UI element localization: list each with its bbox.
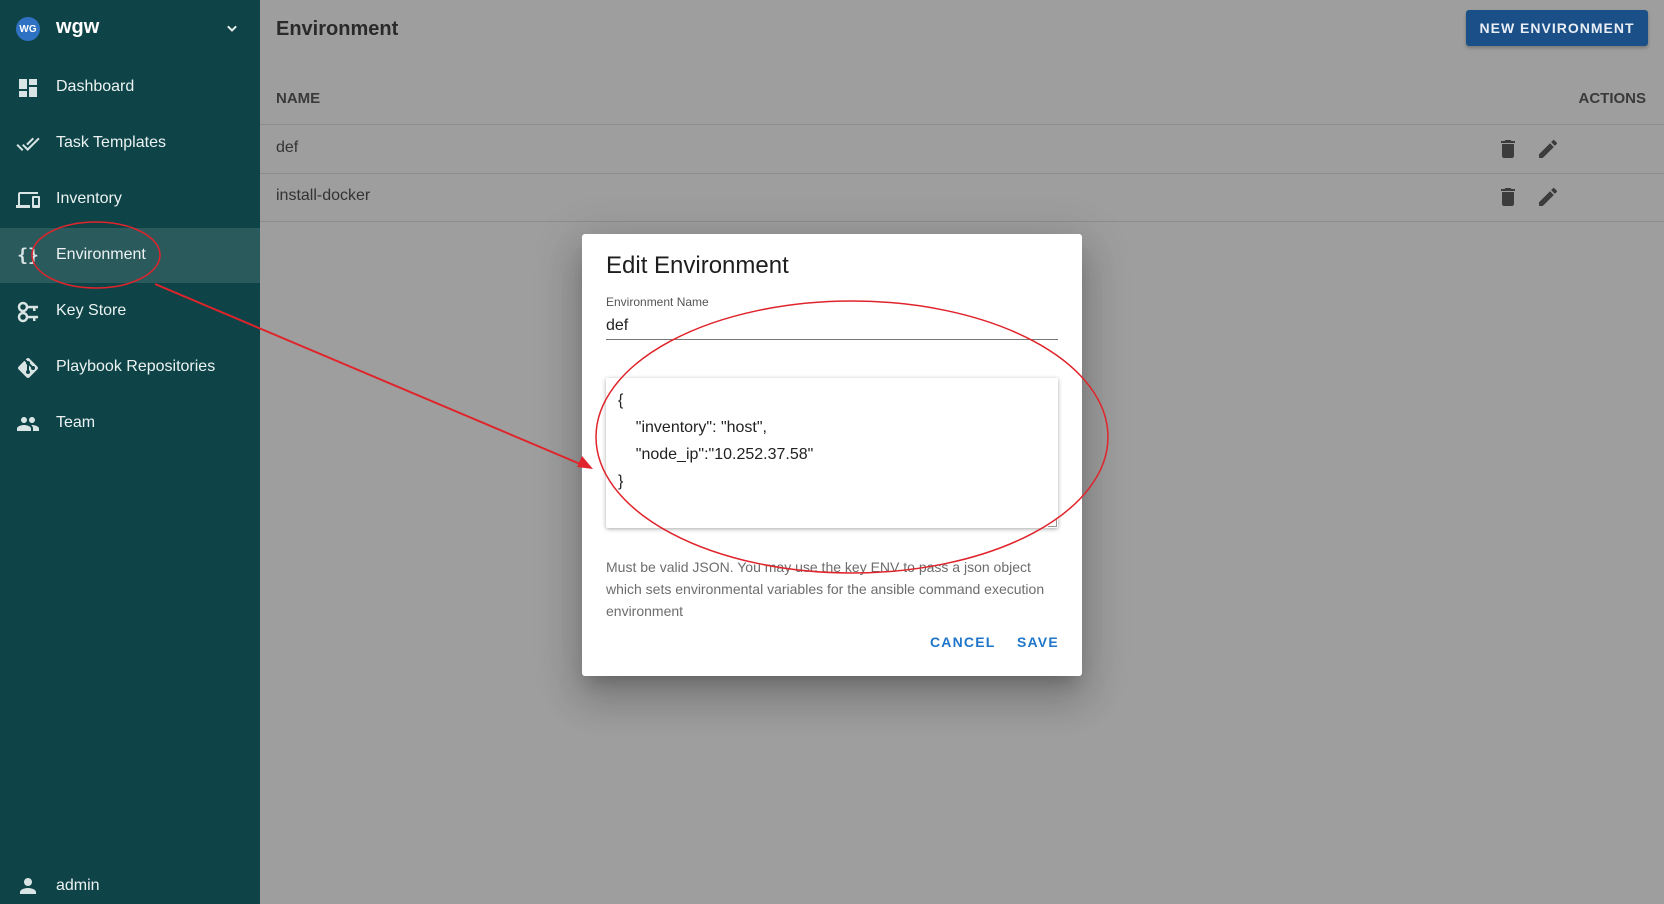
sidebar-item-task-templates[interactable]: Task Templates <box>0 116 260 171</box>
table-header: NAME ACTIONS <box>260 74 1664 125</box>
environment-name-field[interactable] <box>606 313 1058 340</box>
project-avatar: WG <box>16 17 40 41</box>
sidebar-item-inventory[interactable]: Inventory <box>0 172 260 227</box>
environment-name-label: Environment Name <box>606 295 709 309</box>
sidebar-item-label: Dashboard <box>56 78 135 95</box>
chevron-down-icon <box>227 25 237 32</box>
new-environment-button[interactable]: NEW ENVIRONMENT <box>1466 10 1648 46</box>
git-icon <box>18 358 38 378</box>
person-icon <box>20 878 36 894</box>
json-line: "node_ip":"10.252.37.58" <box>618 446 814 463</box>
sidebar-item-label: Task Templates <box>56 134 166 151</box>
user-menu[interactable]: admin <box>0 860 260 904</box>
table-row: def <box>260 125 1664 174</box>
cancel-button[interactable]: CANCEL <box>930 634 996 650</box>
environment-name: install-docker <box>276 187 371 204</box>
resize-handle[interactable] <box>1048 518 1057 527</box>
monitor-icon <box>16 192 40 208</box>
sidebar-item-label: Inventory <box>56 190 122 207</box>
delete-icon[interactable] <box>1496 185 1520 209</box>
double-check-icon <box>16 137 40 151</box>
environment-name: def <box>276 139 299 156</box>
sidebar-item-playbook-repositories[interactable]: Playbook Repositories <box>0 340 260 395</box>
column-header-name[interactable]: NAME <box>276 90 320 107</box>
edit-icon[interactable] <box>1536 185 1560 209</box>
sidebar-item-label: Playbook Repositories <box>56 358 216 375</box>
user-name: admin <box>56 877 100 894</box>
json-line: "inventory": "host", <box>618 419 767 436</box>
dialog-title: Edit Environment <box>606 252 789 279</box>
sidebar-item-environment[interactable]: {} Environment <box>0 228 260 283</box>
dashboard-icon <box>19 79 37 97</box>
project-name: wgw <box>56 16 100 38</box>
edit-icon[interactable] <box>1536 137 1560 161</box>
json-line: } <box>618 473 624 490</box>
sidebar-item-label: Team <box>56 414 96 431</box>
table-row: install-docker <box>260 173 1664 222</box>
column-header-actions: ACTIONS <box>1578 90 1647 107</box>
delete-icon[interactable] <box>1496 137 1520 161</box>
people-icon <box>17 417 39 431</box>
edit-environment-dialog: Edit Environment Environment Name { "inv… <box>582 234 1082 676</box>
sidebar-item-label: Key Store <box>56 302 127 319</box>
page-title: Environment <box>276 18 399 40</box>
json-editor[interactable]: { "inventory": "host", "node_ip":"10.252… <box>606 378 1058 528</box>
sidebar-item-key-store[interactable]: Key Store <box>0 284 260 339</box>
sidebar-item-label: Environment <box>56 246 146 263</box>
save-button[interactable]: SAVE <box>1017 634 1059 650</box>
json-line: { <box>618 392 624 409</box>
sidebar-item-team[interactable]: Team <box>0 396 260 451</box>
key-icon <box>17 301 38 323</box>
project-switcher[interactable]: WG wgw <box>0 0 260 56</box>
braces-icon: {} <box>17 245 39 266</box>
sidebar: WG wgw Dashboard Task Templates Inventor… <box>0 0 260 904</box>
json-hint: Must be valid JSON. You may use the key … <box>606 559 1045 619</box>
sidebar-item-dashboard[interactable]: Dashboard <box>0 60 260 115</box>
